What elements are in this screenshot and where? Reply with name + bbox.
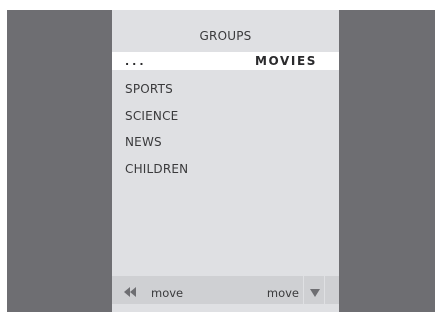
- selected-group-row[interactable]: ... MOVIES: [112, 52, 339, 70]
- selected-group-label: MOVIES: [254, 54, 317, 68]
- group-item-sports[interactable]: SPORTS: [125, 82, 188, 109]
- move-right-label[interactable]: move: [267, 286, 299, 300]
- down-triangle-icon[interactable]: [310, 289, 320, 297]
- footer-bar: move move: [112, 276, 339, 304]
- group-item-science[interactable]: SCIENCE: [125, 109, 188, 136]
- footer-divider: [324, 276, 325, 304]
- group-item-news[interactable]: NEWS: [125, 135, 188, 162]
- move-left-label: move: [151, 286, 184, 300]
- groups-menu-panel: GROUPS ... MOVIES SPORTS SCIENCE NEWS CH…: [112, 10, 339, 312]
- footer-divider: [303, 276, 304, 304]
- more-dots: ...: [125, 55, 147, 68]
- rewind-icon: [124, 287, 136, 297]
- groups-list: SPORTS SCIENCE NEWS CHILDREN: [125, 82, 188, 188]
- menu-title: GROUPS: [199, 29, 252, 43]
- group-item-children[interactable]: CHILDREN: [125, 162, 188, 189]
